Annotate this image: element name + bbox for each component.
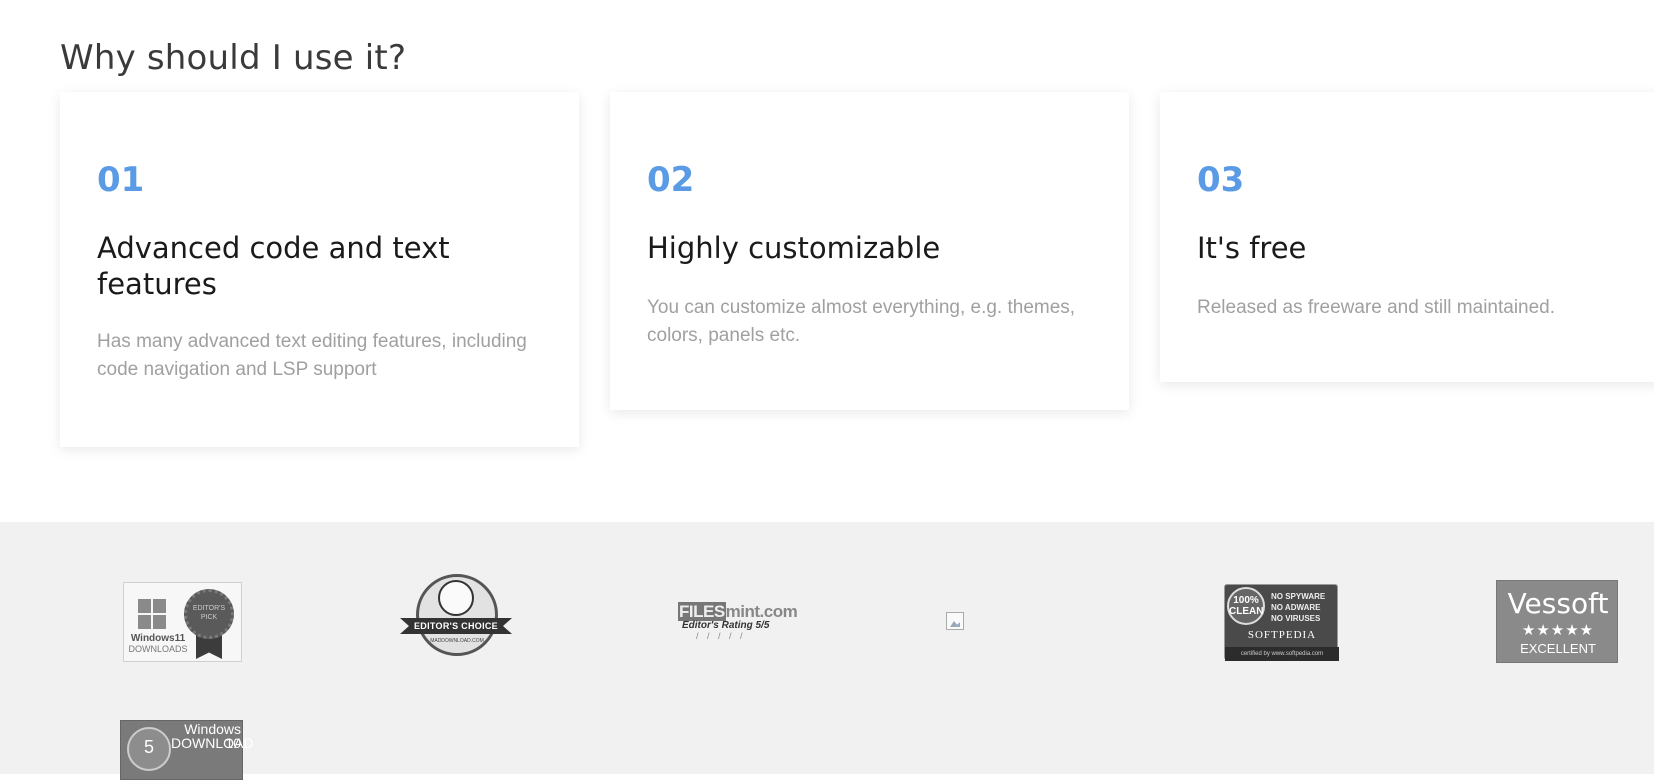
broken-image-icon[interactable] bbox=[946, 612, 966, 632]
windows10-download-badge[interactable]: 5 Windows 10 DOWNLOAD bbox=[120, 720, 254, 780]
feature-description: Has many advanced text editing features,… bbox=[97, 331, 527, 380]
section-heading: Why should I use it? bbox=[60, 38, 407, 78]
windows-logo-icon bbox=[138, 599, 168, 631]
badge-title: Windows11 bbox=[130, 633, 186, 644]
no-adware: NO ADWARE bbox=[1271, 603, 1321, 612]
editors-pick-seal: EDITOR'S PICK bbox=[184, 589, 234, 639]
windows11-downloads-badge[interactable]: EDITOR'S PICK Windows11 DOWNLOADS bbox=[123, 582, 242, 662]
feature-number: 02 bbox=[647, 160, 695, 200]
rating-circle: 5 bbox=[127, 727, 171, 771]
pencil-icons: / / / / / bbox=[696, 631, 746, 641]
feature-card-2: 02 Highly customizable You can customize… bbox=[610, 92, 1129, 410]
feature-card-3: 03 It's free Released as freeware and st… bbox=[1160, 92, 1654, 382]
feature-card-1: 01 Advanced code and text features Has m… bbox=[60, 92, 579, 447]
vessoft-name: Vessoft bbox=[1507, 587, 1609, 620]
smiley-face-icon bbox=[438, 580, 474, 616]
vessoft-rating: EXCELLENT bbox=[1520, 641, 1596, 656]
badge-band: EDITOR'S CHOICE bbox=[400, 618, 512, 634]
no-spyware: NO SPYWARE bbox=[1271, 592, 1326, 601]
feature-description: Released as freeware and still maintaine… bbox=[1197, 297, 1556, 318]
feature-title: Advanced code and text features bbox=[97, 231, 450, 301]
feature-title: Highly customizable bbox=[647, 231, 941, 265]
feature-title: It's free bbox=[1197, 231, 1307, 265]
filesmint-rating-badge[interactable]: FILESmint.com Editor's Rating 5/5 / / / … bbox=[678, 602, 798, 642]
feature-description: You can customize almost everything, e.g… bbox=[647, 297, 1076, 346]
feature-number: 03 bbox=[1197, 160, 1245, 200]
filesmint-logo: FILESmint.com bbox=[678, 602, 798, 622]
badge-subtitle: DOWNLOAD bbox=[171, 735, 254, 751]
softpedia-clean-badge[interactable]: 100% CLEAN NO SPYWARE NO ADWARE NO VIRUS… bbox=[1224, 584, 1339, 661]
clean-list: NO SPYWARE NO ADWARE NO VIRUSES bbox=[1271, 591, 1325, 624]
vessoft-excellent-badge[interactable]: Vessoft ★★★★★ EXCELLENT bbox=[1496, 580, 1618, 663]
softpedia-brand: SOFTPEDIA bbox=[1247, 629, 1317, 641]
editors-choice-badge[interactable]: EDITOR'S CHOICE MADDOWNLOAD.COM bbox=[400, 574, 512, 660]
no-viruses: NO VIRUSES bbox=[1271, 614, 1321, 623]
star-rating-icon: ★★★★★ bbox=[1521, 622, 1595, 639]
logo-part-a: FILES bbox=[678, 602, 726, 621]
badge-site: MADDOWNLOAD.COM bbox=[430, 638, 484, 644]
softpedia-cert: certified by www.softpedia.com bbox=[1225, 647, 1339, 661]
image-placeholder bbox=[946, 612, 964, 630]
feature-number: 01 bbox=[97, 160, 145, 200]
logo-part-b: mint.com bbox=[725, 602, 798, 621]
badge-subtitle: DOWNLOADS bbox=[128, 644, 188, 654]
clean-seal: 100% CLEAN bbox=[1227, 587, 1265, 625]
